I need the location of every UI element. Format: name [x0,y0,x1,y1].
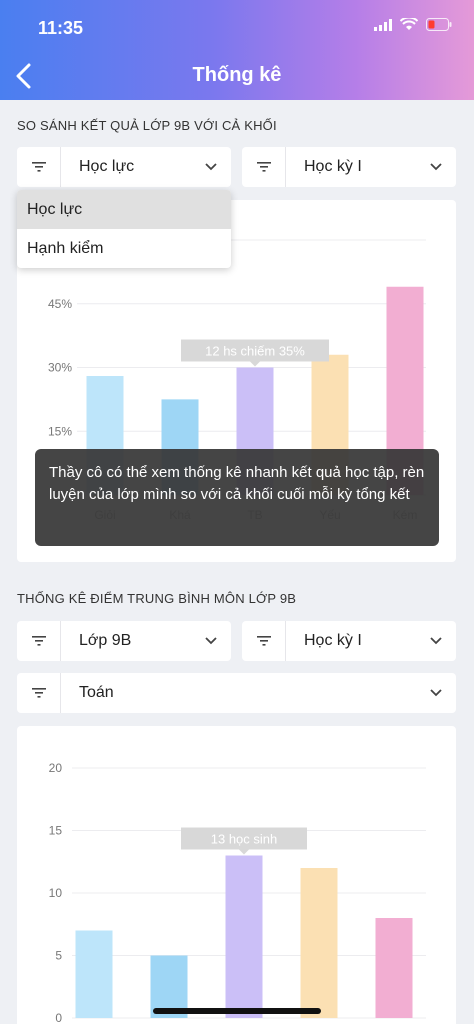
filter-icon [242,147,286,187]
select-result-type-value: Học lực [79,158,135,175]
chart-bar [375,918,413,1018]
header-bar: 11:35 Thống kê [0,0,474,100]
status-icons [374,16,452,36]
onboarding-tooltip[interactable]: Thầy cô có thể xem thống kê nhanh kết qu… [35,449,439,546]
chart-bar [75,930,113,1018]
chart-card-average: 0 5 10 15 20 13 học sinh [17,726,456,1024]
filter-icon [242,621,286,661]
chart-bar [300,868,338,1018]
filter-icon [17,147,61,187]
filter-icon [17,621,61,661]
dropdown-option-hoc-luc[interactable]: Học lực [17,190,231,229]
dropdown-option-hanh-kiem[interactable]: Hạnh kiểm [17,229,231,268]
chart-bar [225,855,263,1018]
y-tick-label: 0 [55,1011,62,1024]
select-class-value: Lớp 9B [79,632,132,649]
chevron-down-icon [191,637,231,645]
select-term-2[interactable]: Học kỳ I [242,621,456,661]
result-type-dropdown-menu: Học lực Hạnh kiểm [17,190,231,268]
signal-icon [374,18,392,36]
filter-icon [17,673,61,713]
section-title-compare: SO SÁNH KẾT QUẢ LỚP 9B VỚI CẢ KHỐI [17,118,277,133]
bar-tooltip-pointer [250,361,260,367]
y-tick-label: 15 [49,824,63,838]
y-tick-label: 20 [49,761,63,775]
select-subject-value: Toán [79,684,114,701]
y-tick-label: 30% [48,361,72,375]
bar-tooltip-label: 12 hs chiếm 35% [205,344,305,359]
y-tick-label: 10 [49,886,63,900]
select-term-1[interactable]: Học kỳ I [242,147,456,187]
bar-tooltip-pointer [239,849,249,855]
wifi-icon [399,16,419,36]
select-term-2-value: Học kỳ I [304,632,362,649]
y-tick-label: 5 [55,949,62,963]
select-term-1-value: Học kỳ I [304,158,362,175]
select-subject[interactable]: Toán [17,673,456,713]
home-indicator [153,1008,321,1014]
chevron-down-icon [191,163,231,171]
bar-chart-average: 0 5 10 15 20 13 học sinh [49,761,426,1024]
page-title: Thống kê [192,64,282,86]
y-tick-label: 15% [48,424,72,438]
select-class[interactable]: Lớp 9B [17,621,231,661]
chevron-down-icon [416,689,456,697]
status-time: 11:35 [38,18,84,38]
section-title-average: THỐNG KÊ ĐIỂM TRUNG BÌNH MÔN LỚP 9B [17,591,297,606]
select-result-type[interactable]: Học lực [17,147,231,187]
battery-icon [426,18,452,36]
chevron-down-icon [416,637,456,645]
y-tick-label: 45% [48,297,72,311]
bar-tooltip-label: 13 học sinh [211,832,278,847]
chevron-down-icon [416,163,456,171]
